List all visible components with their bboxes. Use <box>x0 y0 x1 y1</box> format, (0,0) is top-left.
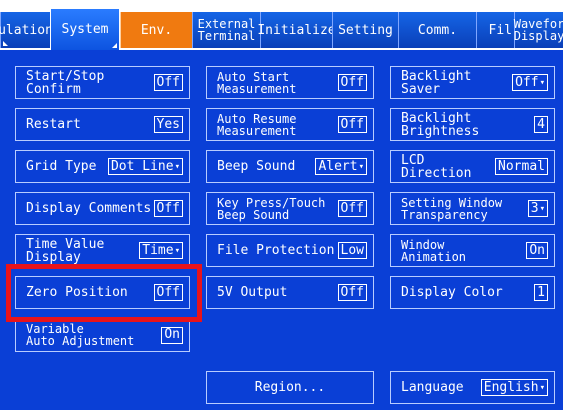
backlight-saver-value-text: Off <box>515 74 539 90</box>
dropdown-arrow-icon: ▾ <box>358 161 364 172</box>
tab-initialize-label: Initialize <box>257 22 336 38</box>
display-comments-value: Off <box>153 200 183 217</box>
backlight-brightness-label: Backlight Brightness <box>401 110 480 139</box>
start-stop-confirm-label: Start/Stop Confirm <box>26 68 105 97</box>
backlight-brightness-value: 4 <box>534 116 548 133</box>
five-v-output-value: Off <box>337 284 367 301</box>
restart-label: Restart <box>26 117 81 132</box>
zero-position-highlight-box <box>6 264 202 322</box>
auto-start-measurement-button[interactable]: Auto Start Measurement Off <box>206 66 374 99</box>
tab-system[interactable]: System <box>50 8 120 50</box>
tab-file[interactable]: Fil <box>476 12 514 48</box>
backlight-saver-button[interactable]: Backlight Saver Off ▾ <box>390 66 555 99</box>
backlight-saver-value: Off ▾ <box>512 74 548 91</box>
start-stop-confirm-value: Off <box>153 74 183 91</box>
tab-setting[interactable]: Setting <box>332 12 398 48</box>
backlight-saver-label: Backlight Saver <box>401 68 472 97</box>
auto-resume-measurement-label: Auto Resume Measurement <box>217 111 297 138</box>
tab-external-terminal-label: External Terminal <box>197 17 256 43</box>
display-comments-button[interactable]: Display Comments Off <box>15 192 190 225</box>
five-v-output-button[interactable]: 5V Output Off <box>206 276 374 309</box>
key-press-beep-value: Off <box>337 200 367 217</box>
tab-waveform-display[interactable]: Wavefor Display <box>514 12 563 48</box>
window-animation-label: Window Animation <box>401 237 467 264</box>
tab-comm-label: Comm. <box>417 22 458 38</box>
five-v-output-label: 5V Output <box>217 285 288 300</box>
backlight-brightness-button[interactable]: Backlight Brightness 4 <box>390 108 555 141</box>
time-value-display-label: Time Value Display <box>26 236 105 265</box>
beep-sound-button[interactable]: Beep Sound Alert ▾ <box>206 150 374 183</box>
setting-window-transparency-button[interactable]: Setting Window Transparency 3 ▾ <box>390 192 555 225</box>
language-label: Language <box>401 380 464 395</box>
grid-type-value: Dot Line ▾ <box>107 158 183 175</box>
dropdown-arrow-icon: ▾ <box>174 161 180 172</box>
grid-type-button[interactable]: Grid Type Dot Line ▾ <box>15 150 190 183</box>
auto-start-measurement-value: Off <box>337 74 367 91</box>
language-value: English ▾ <box>480 379 548 396</box>
tab-comm[interactable]: Comm. <box>398 12 476 48</box>
time-value-display-button[interactable]: Time Value Display Time ▾ <box>15 234 190 267</box>
dropdown-arrow-icon: ▾ <box>539 382 545 393</box>
variable-auto-adjustment-button[interactable]: Variable Auto Adjustment On <box>15 318 190 352</box>
file-protection-label: File Protection <box>217 243 335 258</box>
display-color-button[interactable]: Display Color 1 <box>390 276 555 309</box>
tab-simulation-label: ulation <box>0 22 53 38</box>
time-value-display-value: Time ▾ <box>139 242 183 259</box>
setting-window-transparency-value-text: 3 <box>530 200 539 216</box>
beep-sound-label: Beep Sound <box>217 159 296 174</box>
key-press-beep-label: Key Press/Touch Beep Sound <box>217 195 326 222</box>
language-button[interactable]: Language English ▾ <box>390 371 555 404</box>
tab-file-label: Fil <box>488 22 512 38</box>
start-stop-confirm-button[interactable]: Start/Stop Confirm Off <box>15 66 190 99</box>
restart-button[interactable]: Restart Yes <box>15 108 190 141</box>
dropdown-arrow-icon: ▾ <box>174 245 180 256</box>
display-color-value: 1 <box>534 284 548 301</box>
grid-type-label: Grid Type <box>26 159 97 174</box>
tab-env-label: Env. <box>140 22 173 38</box>
language-value-text: English <box>483 379 539 395</box>
dropdown-arrow-icon: ▾ <box>539 203 545 214</box>
grid-type-value-text: Dot Line <box>110 158 174 174</box>
auto-resume-measurement-button[interactable]: Auto Resume Measurement Off <box>206 108 374 141</box>
window-animation-value: On <box>526 242 548 259</box>
display-comments-label: Display Comments <box>26 201 152 216</box>
display-color-label: Display Color <box>401 285 503 300</box>
beep-sound-value: Alert ▾ <box>315 158 367 175</box>
tab-corner-icon <box>3 41 8 46</box>
settings-panel: Start/Stop Confirm Off Restart Yes Grid … <box>0 50 563 410</box>
tab-setting-label: Setting <box>338 22 393 38</box>
file-protection-value: Low <box>337 242 367 259</box>
tab-initialize[interactable]: Initialize <box>257 12 336 48</box>
setting-window-transparency-value: 3 ▾ <box>527 200 548 217</box>
tab-simulation[interactable]: ulation <box>0 12 53 48</box>
file-protection-button[interactable]: File Protection Low <box>206 234 374 267</box>
tab-system-label: System <box>61 22 109 37</box>
restart-value: Yes <box>153 116 183 133</box>
dropdown-arrow-icon: ▾ <box>539 77 545 88</box>
setting-window-transparency-label: Setting Window Transparency <box>401 195 503 222</box>
region-button[interactable]: Region... <box>206 371 374 404</box>
time-value-display-value-text: Time <box>142 242 174 258</box>
auto-start-measurement-label: Auto Start Measurement <box>217 69 297 96</box>
region-button-label: Region... <box>254 380 326 395</box>
lcd-direction-value: Normal <box>495 158 548 175</box>
key-press-beep-button[interactable]: Key Press/Touch Beep Sound Off <box>206 192 374 225</box>
tab-corner-icon <box>112 43 117 48</box>
lcd-direction-button[interactable]: LCD Direction Normal <box>390 150 555 183</box>
tab-env[interactable]: Env. <box>120 12 192 48</box>
variable-auto-adjustment-value: On <box>161 326 183 344</box>
tab-waveform-display-label: Wavefor Display <box>513 17 563 43</box>
variable-auto-adjustment-label: Variable Auto Adjustment <box>26 322 135 348</box>
lcd-direction-label: LCD Direction <box>401 152 472 181</box>
tab-bar: ulation System Env. External Terminal In… <box>0 0 563 50</box>
auto-resume-measurement-value: Off <box>337 116 367 133</box>
window-animation-button[interactable]: Window Animation On <box>390 234 555 267</box>
beep-sound-value-text: Alert <box>318 158 358 174</box>
tab-external-terminal[interactable]: External Terminal <box>192 12 260 48</box>
